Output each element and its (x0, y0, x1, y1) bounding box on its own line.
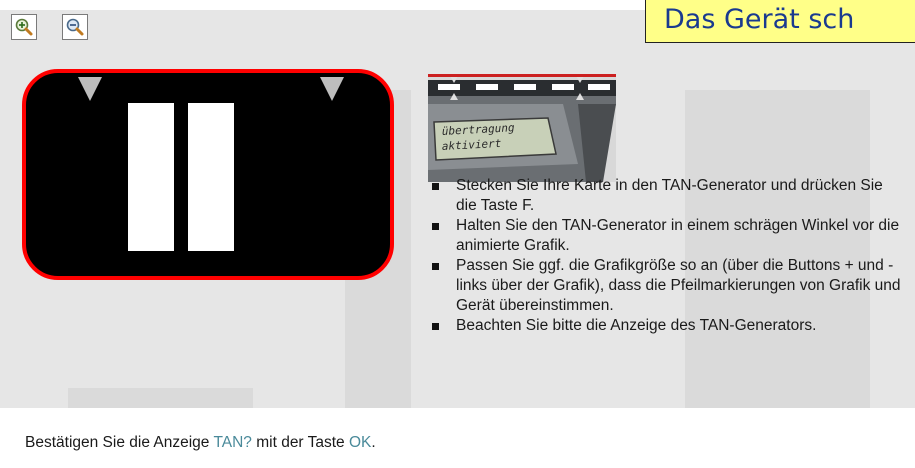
footer-text-part: Bestätigen Sie die Anzeige (25, 434, 214, 451)
bullet-icon (432, 323, 439, 330)
flicker-bar (188, 103, 234, 251)
zoom-in-icon (15, 18, 33, 36)
instruction-list: Stecken Sie Ihre Karte in den TAN-Genera… (432, 176, 907, 336)
instruction-text: Halten Sie den TAN-Generator in einem sc… (456, 217, 900, 254)
background-block (68, 388, 253, 408)
instruction-text: Beachten Sie bitte die Anzeige des TAN-G… (456, 317, 817, 334)
zoom-out-button[interactable] (62, 14, 88, 40)
flicker-bar (128, 103, 174, 251)
instruction-text: Stecken Sie Ihre Karte in den TAN-Genera… (456, 177, 883, 214)
zoom-in-button[interactable] (11, 14, 37, 40)
notice-text: Das Gerät sch (664, 4, 855, 35)
left-marker-arrow (78, 77, 102, 101)
bullet-icon (432, 223, 439, 230)
flicker-graphic (22, 69, 394, 280)
instruction-item: Beachten Sie bitte die Anzeige des TAN-G… (432, 316, 907, 336)
footer-text-part: . (371, 434, 376, 451)
instruction-text: Passen Sie ggf. die Grafikgröße so an (ü… (456, 257, 901, 314)
zoom-out-icon (66, 18, 84, 36)
key-keyword: OK (348, 434, 372, 451)
right-marker-arrow (320, 77, 344, 101)
device-notice-banner: Das Gerät sch (645, 0, 915, 43)
instruction-item: Stecken Sie Ihre Karte in den TAN-Genera… (432, 176, 907, 216)
display-keyword: TAN? (213, 434, 252, 451)
tan-generator-illustration: übertragung aktiviert (428, 74, 616, 182)
tan-generator-image: übertragung aktiviert (428, 74, 616, 182)
instruction-item: Passen Sie ggf. die Grafikgröße so an (ü… (432, 256, 907, 316)
bullet-icon (432, 183, 439, 190)
confirmation-instruction: Bestätigen Sie die Anzeige TAN? mit der … (25, 434, 376, 452)
instruction-item: Halten Sie den TAN-Generator in einem sc… (432, 216, 907, 256)
footer-text-part: mit der Taste (251, 434, 349, 451)
bullet-icon (432, 263, 439, 270)
